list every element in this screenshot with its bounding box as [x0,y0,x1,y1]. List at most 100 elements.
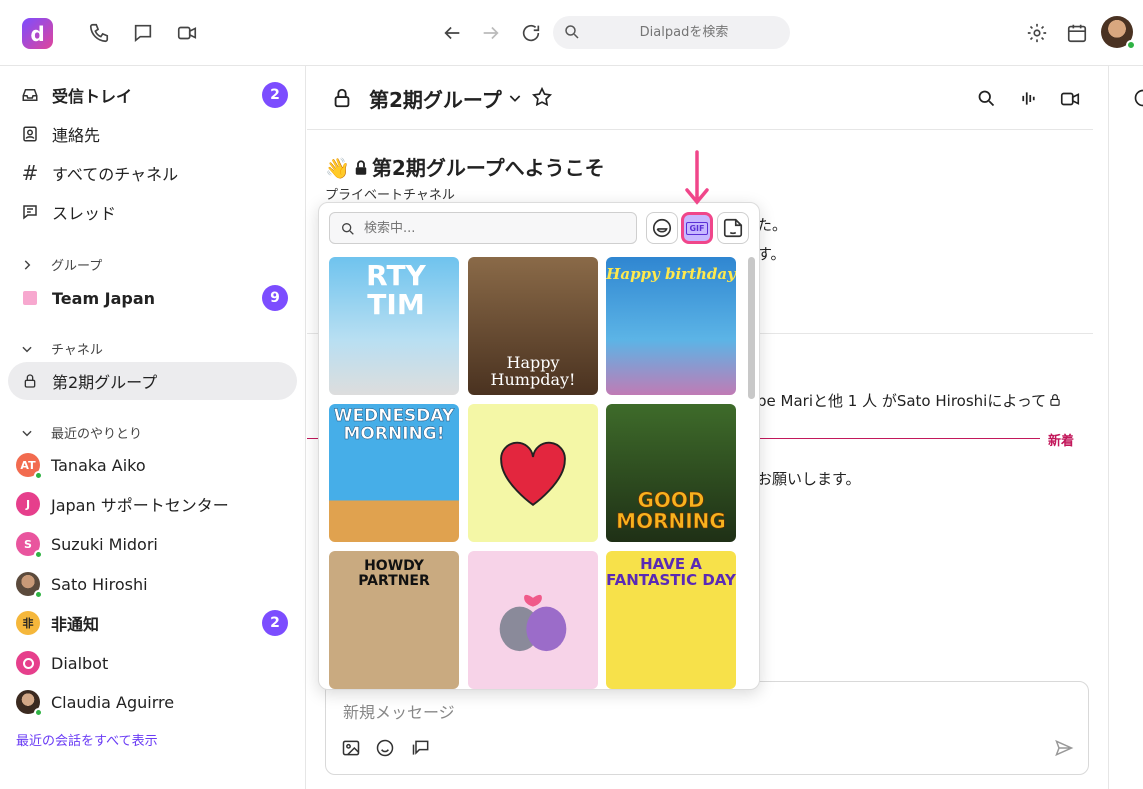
global-search[interactable] [553,16,790,49]
gif-tile[interactable] [468,404,598,542]
gif-tile[interactable]: GOOD MORNING [606,404,736,542]
user-avatar[interactable] [1101,16,1136,50]
details-panel [1108,66,1143,789]
hash-icon: # [21,161,39,185]
picker-search-input[interactable] [364,213,624,243]
gif-icon: GIF [686,221,708,235]
channel-title[interactable]: 第2期グループ [369,84,502,113]
avatar: 非 [16,611,40,635]
composer-input[interactable]: 新規メッセージ [343,699,455,723]
recent-item-label: Suzuki Midori [51,534,158,554]
unread-badge: 9 [262,285,288,311]
sidebar-item-label: 第2期グループ [52,373,158,392]
gif-grid: RTY TIM Happy Humpday! Happy birthday WE… [329,257,739,689]
image-icon[interactable] [341,738,361,758]
global-search-input[interactable] [589,16,779,49]
recent-item-label: 非通知 [51,615,100,634]
sidebar-item-label: 受信トレイ [52,87,133,106]
video-icon[interactable] [176,22,198,44]
chevron-down-icon [22,346,32,352]
gif-tile[interactable]: HOWDY PARTNER [329,551,459,689]
gif-tile[interactable]: RTY TIM [329,257,459,395]
section-label: グループ [51,259,103,274]
recent-section-header[interactable]: 最近のやりとり [20,423,142,442]
section-label: チャネル [51,343,103,358]
gif-tile[interactable]: HAVE A FANTASTIC DAY [606,551,736,689]
lovebirds-icon [499,594,567,652]
gif-tile[interactable] [468,551,598,689]
back-arrow-icon[interactable] [441,22,463,44]
sidebar-item-contacts[interactable]: 連絡先 [8,115,297,153]
sidebar-item-label: 連絡先 [52,126,101,145]
show-all-conversations-link[interactable]: 最近の会話をすべて表示 [16,730,158,749]
message-text: す。 [757,245,786,263]
new-messages-label: 新着 [1048,434,1075,449]
avatar [16,690,43,717]
gear-icon[interactable] [1026,22,1048,44]
recent-item-unknown-caller[interactable]: 非 非通知 2 [8,604,297,642]
online-status-dot [1126,40,1136,50]
emoji-icon[interactable] [375,738,395,758]
picker-scrollbar[interactable] [748,257,755,399]
dialpad-logo[interactable]: d [22,18,53,49]
inbox-icon [20,85,40,105]
recent-item-dialbot[interactable]: Dialbot [8,644,297,682]
team-color-square [20,288,40,308]
calendar-icon[interactable] [1066,22,1088,44]
recent-item-sato-hiroshi[interactable]: Sato Hiroshi [8,565,297,603]
sticker-icon [723,218,743,238]
recent-item-label: Tanaka Aiko [51,455,146,475]
chevron-right-icon [24,259,31,270]
recent-item-japan-support[interactable]: J Japan サポートセンター [8,485,297,523]
heart-icon [500,441,566,506]
video-icon[interactable] [1059,88,1081,110]
recent-item-label: Sato Hiroshi [51,574,148,594]
groups-section-header[interactable]: グループ [20,255,102,274]
section-label: 最近のやりとり [51,427,143,442]
sidebar-item-all-channels[interactable]: # すべてのチャネル [8,154,297,192]
send-icon[interactable] [1054,738,1074,758]
channel-header: 第2期グループ [307,66,1093,130]
lock-icon [334,88,350,108]
recent-item-tanaka-aiko[interactable]: AT Tanaka Aiko [8,446,297,484]
gif-tile[interactable]: WEDNESDAY MORNING! [329,404,459,542]
recent-item-suzuki-midori[interactable]: S Suzuki Midori [8,525,297,563]
sidebar-item-label: Team Japan [52,288,156,308]
gif-tile[interactable]: Happy Humpday! [468,257,598,395]
sidebar-item-label: スレッド [52,204,117,223]
lock-icon [1050,394,1060,406]
picker-search[interactable] [329,212,637,244]
sidebar-item-threads[interactable]: スレッド [8,193,297,231]
chevron-down-icon[interactable] [507,90,523,106]
search-icon [565,25,579,39]
tab-gif[interactable]: GIF [681,212,713,244]
search-icon [342,223,354,235]
tab-emoji[interactable] [646,212,678,244]
info-icon[interactable] [1133,88,1143,108]
online-status-dot [34,708,43,717]
gif-tile[interactable]: Happy birthday [606,257,736,395]
tab-sticker[interactable] [717,212,749,244]
threads-icon [20,202,40,222]
sidebar-item-team-japan[interactable]: Team Japan 9 [8,279,297,317]
top-bar: d [0,0,1143,66]
sidebar-item-inbox[interactable]: 受信トレイ 2 [8,76,297,114]
recent-item-label: Dialbot [51,653,109,673]
thread-reply-icon[interactable] [411,738,431,758]
sidebar-item-label: すべてのチャネル [52,165,179,184]
audio-waveform-icon[interactable] [1018,88,1039,109]
message-composer[interactable]: 新規メッセージ [325,681,1089,775]
forward-arrow-icon[interactable] [480,22,502,44]
gif-picker-popover: GIF RTY TIM Happy Humpday! Happy birthda… [318,202,760,690]
emoji-icon [652,218,672,238]
channels-section-header[interactable]: チャネル [20,339,103,358]
avatar: AT [16,453,43,480]
search-icon[interactable] [976,88,997,109]
star-icon[interactable] [531,86,553,108]
recent-item-claudia-aguirre[interactable]: Claudia Aguirre [8,683,297,721]
contacts-icon [20,124,40,144]
refresh-icon[interactable] [520,22,542,44]
sidebar-item-channel-2ki[interactable]: 第2期グループ [8,362,297,400]
chat-icon[interactable] [132,22,154,44]
phone-icon[interactable] [88,22,110,44]
